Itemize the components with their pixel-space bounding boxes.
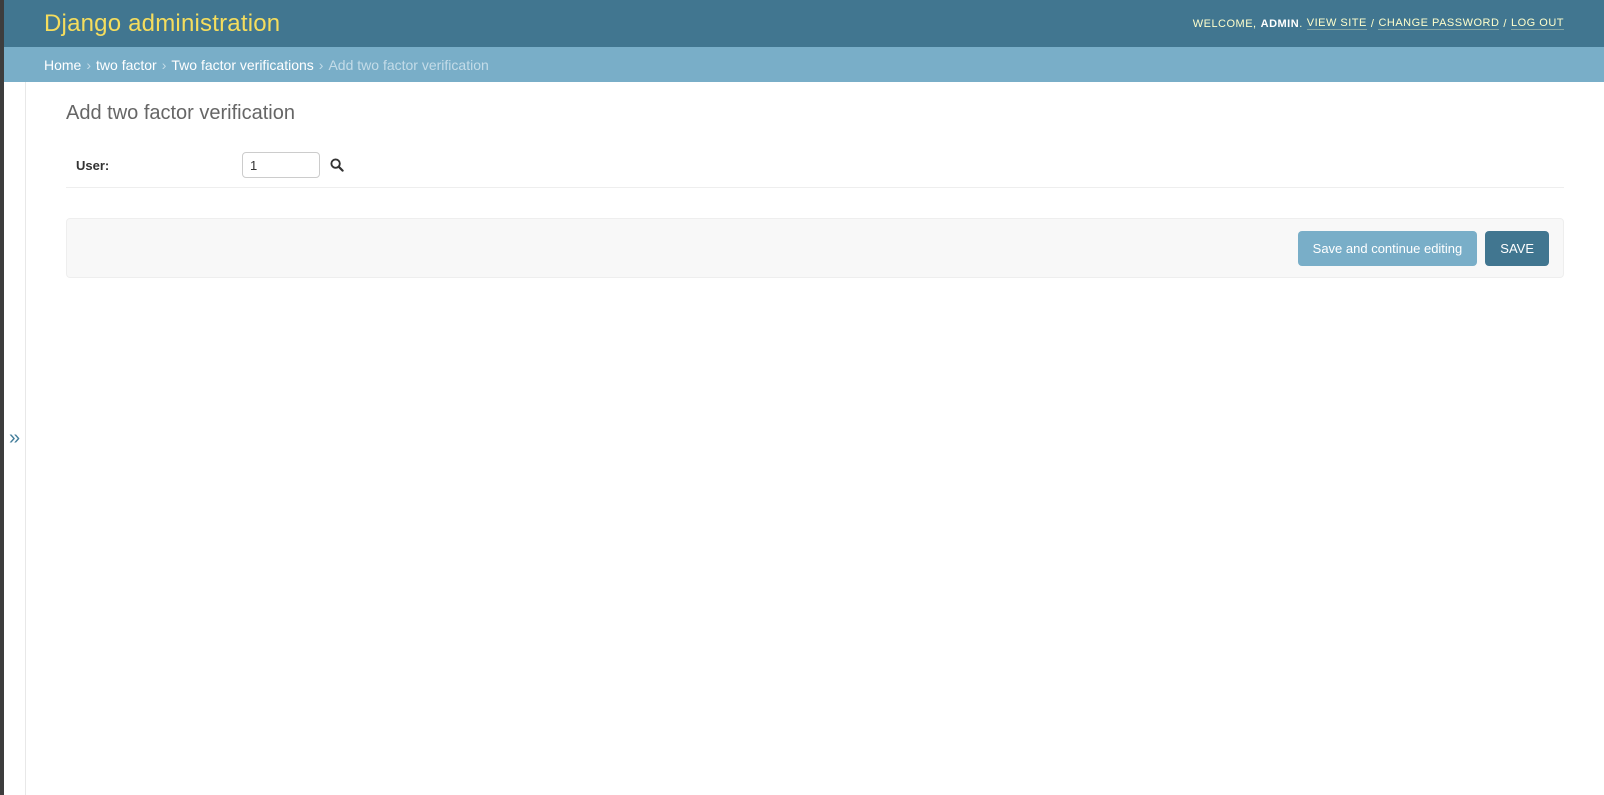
breadcrumb-separator: ›	[318, 56, 324, 73]
header: Django administration Welcome, admin . V…	[4, 0, 1604, 47]
change-password-link[interactable]: Change password	[1378, 17, 1500, 30]
breadcrumb: Home › two factor › Two factor verificat…	[4, 47, 1604, 82]
site-title: Django administration	[44, 9, 281, 37]
breadcrumb-model[interactable]: Two factor verifications	[171, 57, 313, 73]
separator: /	[1503, 17, 1507, 30]
breadcrumb-current: Add two factor verification	[328, 56, 489, 73]
save-button[interactable]: Save	[1485, 230, 1549, 266]
save-and-continue-button[interactable]: Save and continue editing	[1297, 230, 1478, 266]
content: Add two factor verification User: Save a…	[26, 82, 1604, 795]
separator: .	[1299, 17, 1303, 30]
breadcrumb-home[interactable]: Home	[44, 57, 81, 73]
user-id-input[interactable]	[242, 152, 320, 178]
submit-row: Save and continue editing Save	[66, 218, 1564, 278]
nav-sidebar-toggle[interactable]: »	[4, 82, 26, 795]
user-label: User:	[76, 157, 110, 173]
separator: /	[1370, 17, 1375, 30]
admin-app: Django administration Welcome, admin . V…	[4, 0, 1604, 795]
double-chevron-right-icon: »	[8, 427, 21, 449]
welcome-text: Welcome,	[1192, 17, 1257, 30]
search-icon[interactable]	[329, 157, 345, 173]
form-row-user: User:	[66, 143, 1564, 188]
log-out-link[interactable]: Log out	[1510, 17, 1564, 30]
username: admin	[1260, 17, 1300, 30]
breadcrumb-separator: ›	[86, 56, 92, 73]
main-area: » Add two factor verification User: Save…	[4, 82, 1604, 795]
view-site-link[interactable]: View site	[1306, 17, 1367, 30]
page-title: Add two factor verification	[66, 102, 295, 124]
user-tools: Welcome, admin . View site / Change pass…	[1193, 17, 1564, 30]
breadcrumb-separator: ›	[161, 56, 167, 73]
breadcrumb-app[interactable]: two factor	[96, 57, 157, 73]
